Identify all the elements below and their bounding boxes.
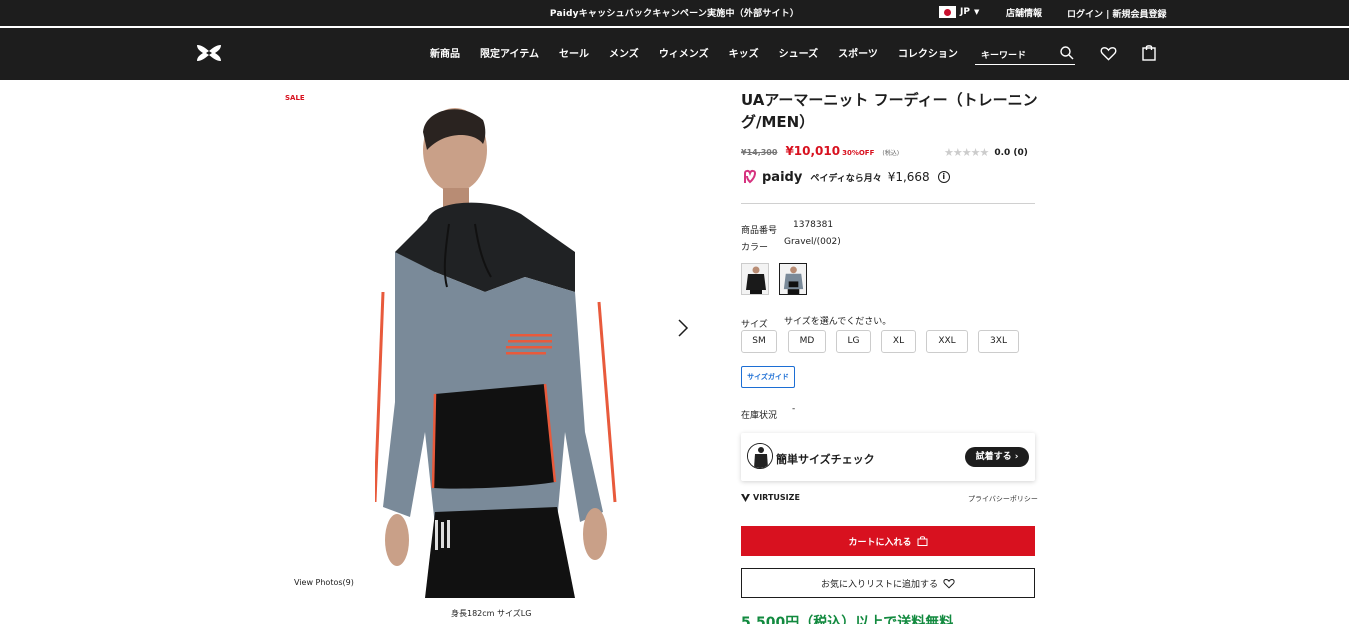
price-row: ¥14,300 ¥10,010 30%OFF (税込) — [741, 144, 899, 158]
paidy-monthly-label: ペイディなら月々 — [810, 173, 882, 184]
wishlist-heart-icon[interactable] — [1100, 45, 1117, 62]
search-box — [975, 43, 1075, 65]
heart-icon — [943, 578, 955, 589]
color-swatch-black[interactable] — [741, 263, 769, 295]
chevron-down-icon: ▼ — [973, 8, 980, 16]
top-promo-bar: Paidyキャッシュバックキャンペーン実施中（外部サイト） JP ▼ 店舗情報 … — [0, 0, 1349, 27]
paidy-wordmark: paidy — [762, 169, 803, 185]
main-nav: 新商品 限定アイテム セール メンズ ウィメンズ キッズ シューズ スポーツ コ… — [0, 28, 1349, 80]
nav-item-kids[interactable]: キッズ — [729, 45, 759, 60]
add-to-cart-label: カートに入れる — [848, 537, 912, 548]
search-icon[interactable] — [1059, 45, 1075, 61]
virtusize-v-icon — [741, 493, 750, 502]
privacy-policy-link[interactable]: プライバシーポリシー — [968, 494, 1038, 504]
add-to-wishlist-label: お気に入りリストに追加する — [820, 579, 938, 590]
nav-item-sports[interactable]: スポーツ — [838, 45, 878, 60]
size-label: サイズ — [741, 320, 768, 330]
discount-badge: 30%OFF — [842, 149, 875, 157]
size-option-md[interactable]: MD — [788, 330, 826, 353]
try-on-button[interactable]: 試着する › — [965, 447, 1029, 467]
size-option-sm[interactable]: SM — [741, 330, 777, 353]
virtusize-card: 簡単サイズチェック 試着する › — [741, 433, 1035, 481]
sale-badge: SALE — [285, 94, 305, 102]
color-value: Gravel/(002) — [784, 237, 841, 247]
virtusize-logo-text: VIRTUSIZE — [753, 493, 800, 502]
product-rating[interactable]: ★★★★★ 0.0 (0) — [944, 146, 1028, 159]
nav-item-shoes[interactable]: シューズ — [779, 45, 819, 60]
under-armour-logo[interactable] — [194, 43, 224, 63]
hoodie-thumbnail-icon — [748, 444, 772, 468]
store-info-link[interactable]: 店舗情報 — [1006, 6, 1042, 19]
add-to-wishlist-button[interactable]: お気に入りリストに追加する — [741, 568, 1035, 598]
stock-value: - — [792, 404, 796, 414]
virtusize-avatar — [747, 443, 773, 469]
size-option-3xl[interactable]: 3XL — [978, 330, 1019, 353]
next-photo-arrow-icon[interactable] — [676, 318, 690, 338]
nav-item-womens[interactable]: ウィメンズ — [659, 45, 709, 60]
add-to-cart-button[interactable]: カートに入れる — [741, 526, 1035, 556]
original-price: ¥14,300 — [741, 148, 778, 157]
product-photo[interactable] — [375, 102, 625, 598]
free-shipping-note: 5,500円（税込）以上で送料無料 — [741, 615, 954, 624]
cart-bag-icon[interactable] — [1142, 44, 1156, 61]
try-on-label: 試着する — [975, 452, 1012, 462]
chevron-right-icon: › — [1014, 452, 1019, 462]
divider — [741, 203, 1035, 204]
nav-item-sale[interactable]: セール — [559, 45, 589, 60]
size-option-xl[interactable]: XL — [881, 330, 916, 353]
swatch-gravel-image — [780, 264, 806, 294]
info-icon[interactable]: i — [937, 171, 950, 183]
stock-label: 在庫状況 — [741, 411, 778, 421]
language-label: JP — [960, 7, 970, 17]
nav-item-mens[interactable]: メンズ — [609, 45, 639, 60]
paidy-installment: paidy ペイディなら月々 ¥1,668 i — [742, 169, 950, 185]
color-swatch-gravel[interactable] — [779, 263, 807, 295]
nav-item-collection[interactable]: コレクション — [898, 45, 958, 60]
nav-links: 新商品 限定アイテム セール メンズ ウィメンズ キッズ シューズ スポーツ コ… — [430, 45, 978, 60]
cart-icon — [917, 536, 927, 546]
size-option-xxl[interactable]: XXL — [926, 330, 968, 353]
product-code-value: 1378381 — [793, 220, 834, 230]
sale-price: ¥10,010 — [785, 144, 841, 158]
size-check-label: 簡単サイズチェック — [776, 453, 875, 466]
size-option-lg[interactable]: LG — [836, 330, 871, 353]
nav-item-limited[interactable]: 限定アイテム — [480, 45, 539, 60]
login-register-link[interactable]: ログイン | 新規会員登録 — [1067, 7, 1167, 20]
color-label: カラー — [741, 243, 769, 253]
rating-text: 0.0 (0) — [994, 147, 1028, 158]
rating-stars-icon: ★★★★★ — [944, 146, 989, 159]
language-selector[interactable]: JP ▼ — [939, 6, 979, 18]
search-input[interactable] — [975, 47, 1055, 65]
tax-note: (税込) — [882, 150, 900, 157]
view-photos-link[interactable]: View Photos(9) — [294, 578, 354, 587]
nav-item-new[interactable]: 新商品 — [430, 45, 460, 60]
product-code-label: 商品番号 — [741, 226, 778, 236]
size-guide-button[interactable]: サイズガイド — [741, 366, 795, 388]
virtusize-logo: VIRTUSIZE — [741, 493, 800, 502]
product-title: UAアーマーニット フーディー（トレーニング/MEN） — [741, 91, 1038, 131]
japan-flag-icon — [939, 6, 956, 18]
model-caption: 身長182cm サイズLG — [451, 609, 532, 618]
paidy-monthly-amount: ¥1,668 — [887, 170, 930, 184]
swatch-black-image — [742, 264, 768, 294]
size-hint: サイズを選んでください。 — [784, 317, 892, 327]
paidy-logo-icon — [744, 169, 757, 184]
